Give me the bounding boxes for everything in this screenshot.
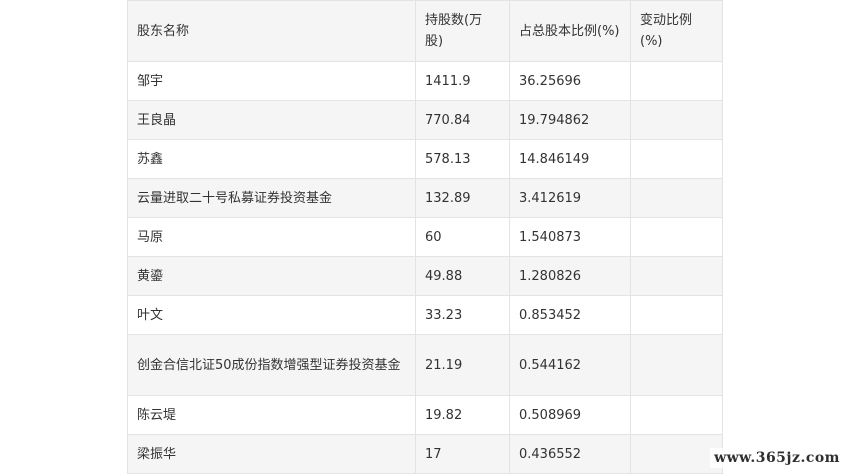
cell-shareholder-name: 陈云堤 <box>127 395 416 435</box>
cell-change-ratio <box>630 100 723 140</box>
cell-ownership-ratio: 14.846149 <box>509 139 631 179</box>
cell-change-ratio <box>630 434 723 474</box>
table-row: 王良晶 770.84 19.794862 <box>127 100 723 140</box>
header-shares-held: 持股数(万股) <box>415 0 510 62</box>
cell-change-ratio <box>630 61 723 101</box>
cell-shares-held: 21.19 <box>415 334 510 396</box>
cell-ownership-ratio: 19.794862 <box>509 100 631 140</box>
cell-shareholder-name: 邹宇 <box>127 61 416 101</box>
cell-shareholder-name: 叶文 <box>127 295 416 335</box>
cell-ownership-ratio: 1.280826 <box>509 256 631 296</box>
cell-shares-held: 17 <box>415 434 510 474</box>
table-header-row: 股东名称 持股数(万股) 占总股本比例(%) 变动比例(%) <box>127 0 723 62</box>
cell-ownership-ratio: 1.540873 <box>509 217 631 257</box>
header-ownership-ratio: 占总股本比例(%) <box>509 0 631 62</box>
cell-ownership-ratio: 0.853452 <box>509 295 631 335</box>
cell-ownership-ratio: 36.25696 <box>509 61 631 101</box>
cell-shareholder-name: 创金合信北证50成份指数增强型证券投资基金 <box>127 334 416 396</box>
cell-ownership-ratio: 3.412619 <box>509 178 631 218</box>
cell-ownership-ratio: 0.508969 <box>509 395 631 435</box>
page: 股东名称 持股数(万股) 占总股本比例(%) 变动比例(%) 邹宇 1411.9… <box>0 0 850 474</box>
cell-shareholder-name: 黄鎏 <box>127 256 416 296</box>
site-watermark: www.365jz.com <box>710 448 844 468</box>
table-row: 马原 60 1.540873 <box>127 217 723 257</box>
table-row: 创金合信北证50成份指数增强型证券投资基金 21.19 0.544162 <box>127 334 723 396</box>
cell-shares-held: 132.89 <box>415 178 510 218</box>
cell-shareholder-name: 王良晶 <box>127 100 416 140</box>
cell-shares-held: 578.13 <box>415 139 510 179</box>
cell-shares-held: 60 <box>415 217 510 257</box>
cell-change-ratio <box>630 256 723 296</box>
table-row: 叶文 33.23 0.853452 <box>127 295 723 335</box>
cell-change-ratio <box>630 334 723 396</box>
cell-shares-held: 49.88 <box>415 256 510 296</box>
cell-change-ratio <box>630 139 723 179</box>
cell-shares-held: 33.23 <box>415 295 510 335</box>
table-row: 黄鎏 49.88 1.280826 <box>127 256 723 296</box>
shareholders-table: 股东名称 持股数(万股) 占总股本比例(%) 变动比例(%) 邹宇 1411.9… <box>127 0 723 474</box>
header-shareholder-name: 股东名称 <box>127 0 416 62</box>
cell-shareholder-name: 云量进取二十号私募证券投资基金 <box>127 178 416 218</box>
header-change-ratio: 变动比例(%) <box>630 0 723 62</box>
cell-ownership-ratio: 0.544162 <box>509 334 631 396</box>
table-row: 云量进取二十号私募证券投资基金 132.89 3.412619 <box>127 178 723 218</box>
cell-change-ratio <box>630 178 723 218</box>
cell-change-ratio <box>630 395 723 435</box>
table-row: 邹宇 1411.9 36.25696 <box>127 61 723 101</box>
cell-shares-held: 770.84 <box>415 100 510 140</box>
cell-shareholder-name: 梁振华 <box>127 434 416 474</box>
cell-change-ratio <box>630 295 723 335</box>
cell-shares-held: 19.82 <box>415 395 510 435</box>
cell-ownership-ratio: 0.436552 <box>509 434 631 474</box>
cell-shares-held: 1411.9 <box>415 61 510 101</box>
table-row: 陈云堤 19.82 0.508969 <box>127 395 723 435</box>
cell-shareholder-name: 马原 <box>127 217 416 257</box>
cell-change-ratio <box>630 217 723 257</box>
cell-shareholder-name: 苏鑫 <box>127 139 416 179</box>
table-row: 苏鑫 578.13 14.846149 <box>127 139 723 179</box>
table-row: 梁振华 17 0.436552 <box>127 434 723 474</box>
